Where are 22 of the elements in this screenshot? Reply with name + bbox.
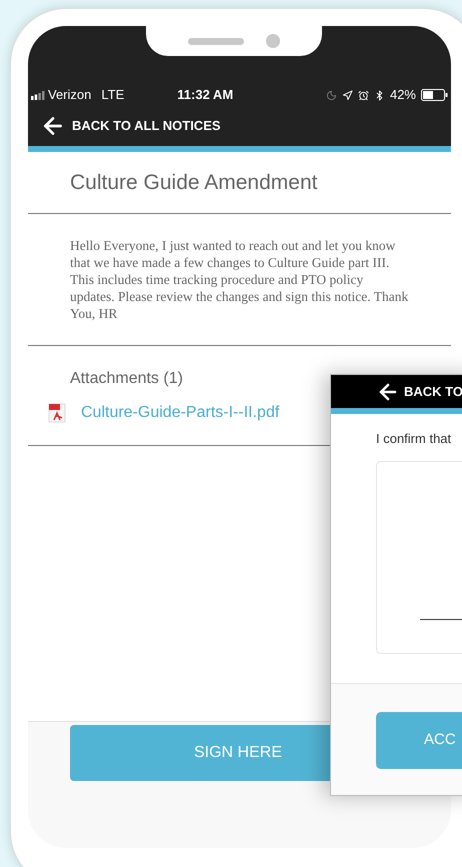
signal-icon [31,90,45,100]
attachments-heading: Attachments (1) [70,368,184,388]
bluetooth-icon [374,90,385,100]
notice-body: Hello Everyone, I just wanted to reach out and let you know that we have made a few changes to Culture Guide part III. This includes time tracking procedure and PTO policy updates. Please review the changes and sign this notice. Thank You, HR [70,237,409,322]
battery-icon [421,89,448,101]
camera-icon [266,34,280,48]
battery-percent: 42% [390,86,416,104]
status-time: 11:32 AM [177,86,234,104]
alarm-icon [358,90,369,100]
attachment-link[interactable]: Culture-Guide-Parts-I--II.pdf [48,400,280,424]
carrier-name: Verizon [48,86,92,104]
accept-button[interactable]: ACC [376,712,462,768]
moon-icon [326,90,337,100]
signature-line [420,618,462,620]
location-icon [342,90,353,100]
notice-title: Culture Guide Amendment [70,170,318,196]
network-type: LTE [101,86,124,104]
confirmation-text: I confirm that [376,430,452,448]
back-button[interactable]: BACK TO ALL NOTICES [28,106,451,146]
speaker-icon [188,38,244,44]
signature-pad[interactable] [376,460,462,654]
pdf-file-icon [48,402,66,422]
